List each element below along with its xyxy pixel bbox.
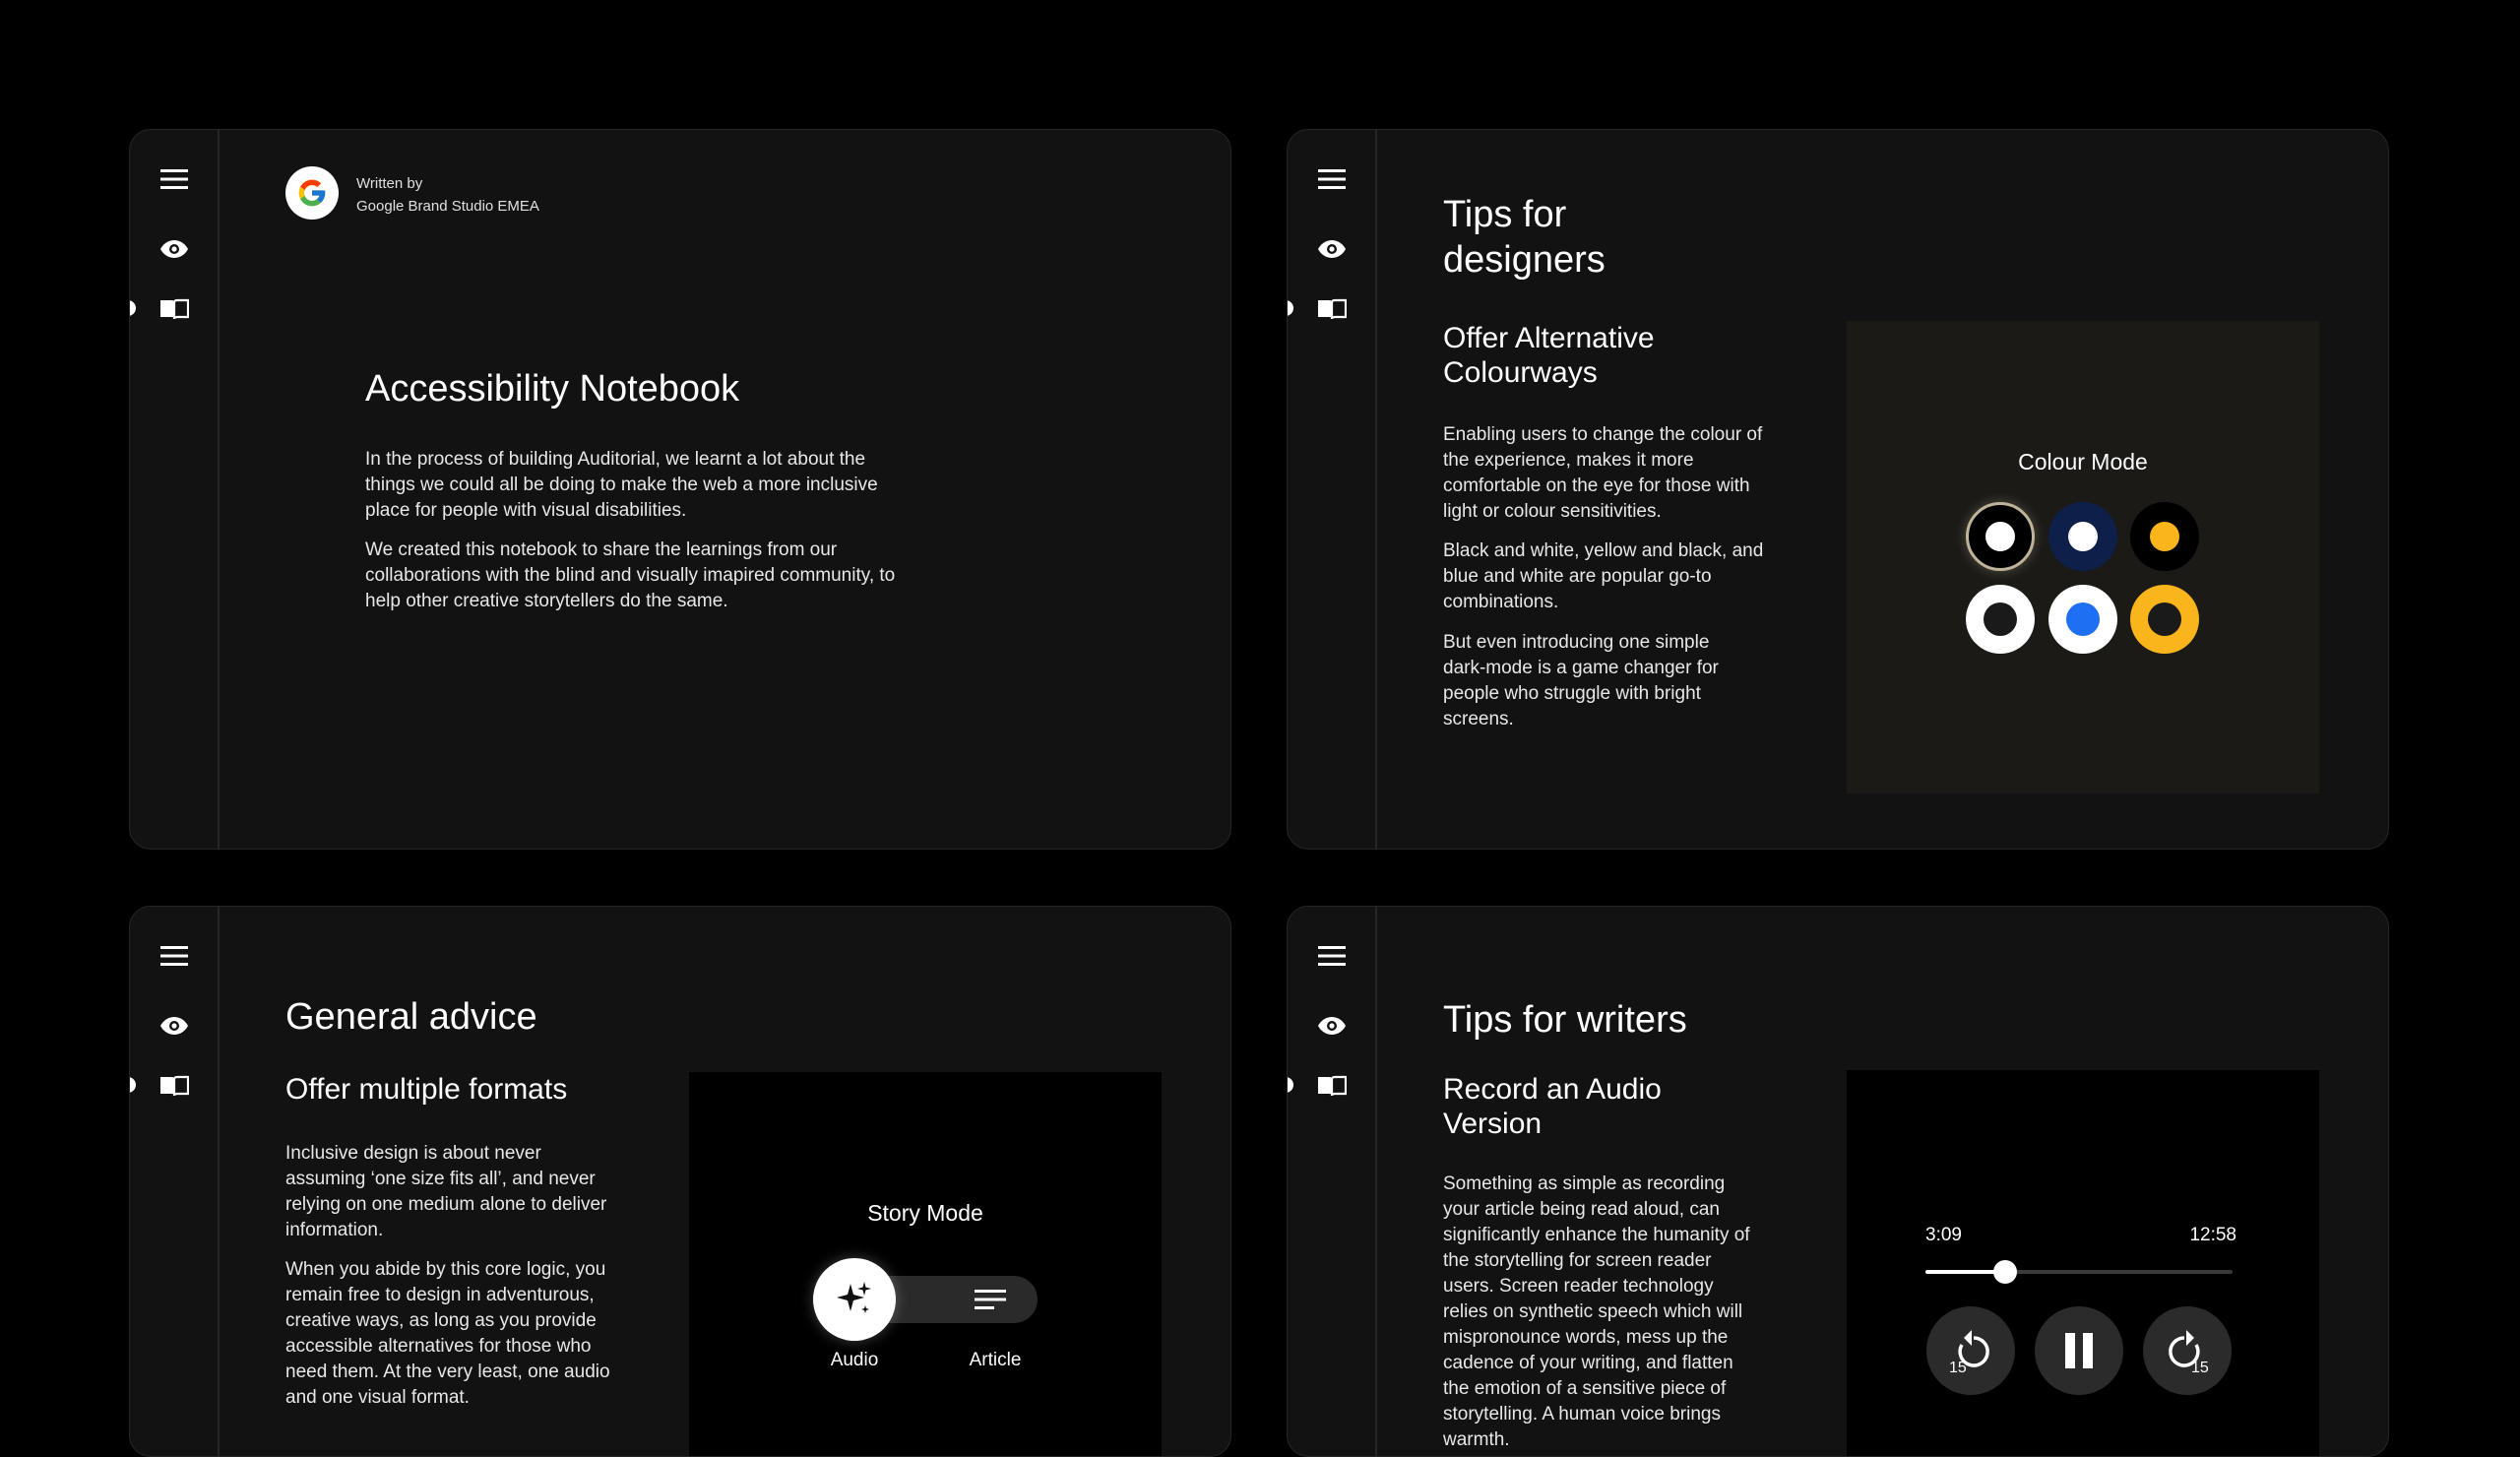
section-title: Tips for designers xyxy=(1443,194,1606,281)
eye-icon[interactable] xyxy=(1317,1011,1347,1041)
hamburger-menu-icon[interactable] xyxy=(159,164,189,194)
pause-icon xyxy=(2065,1333,2093,1368)
colour-mode-label: Colour Mode xyxy=(2018,449,2148,475)
swatch-white-on-navy[interactable] xyxy=(2048,502,2117,571)
forward-label: 15 xyxy=(2191,1360,2209,1375)
progress-thumb[interactable] xyxy=(1993,1260,2018,1284)
colour-mode-panel: Colour Mode xyxy=(1847,321,2319,793)
active-marker xyxy=(130,300,136,316)
open-book-icon[interactable] xyxy=(1317,1071,1347,1101)
designers-paragraph-2: Black and white, yellow and black, and b… xyxy=(1443,540,1764,612)
card-accessibility-notebook: Written by Google Brand Studio EMEA Acce… xyxy=(129,129,1231,850)
side-rail xyxy=(1288,907,1377,1456)
general-paragraph-1: Inclusive design is about never assuming… xyxy=(285,1143,607,1240)
active-marker xyxy=(1288,300,1293,316)
swatch-white-on-black[interactable] xyxy=(1966,502,2035,571)
side-rail xyxy=(130,130,220,849)
rewind-15-button[interactable]: 15 xyxy=(1926,1306,2015,1395)
hamburger-menu-icon[interactable] xyxy=(159,941,189,971)
swatch-dot xyxy=(1985,522,2015,551)
swatch-dot xyxy=(1984,602,2017,636)
card-tips-designers: Tips for designers Offer Alternative Col… xyxy=(1287,129,2389,850)
audio-player-panel: 3:09 12:58 15 15 xyxy=(1847,1070,2319,1456)
swatch-black-on-white[interactable] xyxy=(1966,585,2035,654)
intro-paragraph-1: In the process of building Auditorial, w… xyxy=(365,449,878,521)
pause-button[interactable] xyxy=(2035,1306,2123,1395)
current-time: 3:09 xyxy=(1925,1225,1962,1245)
forward-15-button[interactable]: 15 xyxy=(2143,1306,2232,1395)
swatch-dot xyxy=(2150,522,2179,551)
sparkle-icon xyxy=(837,1282,871,1313)
intro-paragraph-2: We created this notebook to share the le… xyxy=(365,539,896,611)
card-tips-writers: Tips for writers Record an Audio Version… xyxy=(1287,906,2389,1457)
story-mode-panel: Story Mode Audio Article xyxy=(689,1072,1162,1456)
active-marker xyxy=(130,1077,136,1093)
total-time: 12:58 xyxy=(2189,1225,2236,1245)
written-by-label: Written by xyxy=(356,175,423,192)
designers-paragraph-3: But even introducing one simple dark-mod… xyxy=(1443,632,1719,729)
section-subtitle: Offer Alternative Colourways xyxy=(1443,322,1655,389)
open-book-icon[interactable] xyxy=(159,1071,189,1101)
author-credit: Written by Google Brand Studio EMEA xyxy=(356,172,539,218)
card-content: Tips for designers Offer Alternative Col… xyxy=(1375,130,2388,849)
section-subtitle: Record an Audio Version xyxy=(1443,1073,1662,1140)
article-label: Article xyxy=(969,1350,1022,1370)
eye-icon[interactable] xyxy=(159,234,189,264)
progress-track[interactable] xyxy=(1925,1260,2233,1284)
section-title: Tips for writers xyxy=(1443,999,1687,1041)
swatch-black-on-yellow[interactable] xyxy=(2130,585,2199,654)
writers-paragraph-1: Something as simple as recording your ar… xyxy=(1443,1173,1750,1450)
swatch-blue-on-white[interactable] xyxy=(2048,585,2117,654)
page-title: Accessibility Notebook xyxy=(365,368,740,410)
general-paragraph-2: When you abide by this core logic, you r… xyxy=(285,1259,610,1408)
swatch-dot xyxy=(2068,522,2098,551)
text-lines-icon[interactable] xyxy=(975,1289,1006,1310)
google-logo-icon xyxy=(285,166,339,220)
audio-mode-button[interactable] xyxy=(813,1258,896,1341)
swatch-dot xyxy=(2066,602,2100,636)
card-general-advice: General advice Offer multiple formats In… xyxy=(129,906,1231,1457)
designers-paragraph-1: Enabling users to change the colour of t… xyxy=(1443,424,1763,522)
hamburger-menu-icon[interactable] xyxy=(1317,164,1347,194)
card-content: Written by Google Brand Studio EMEA Acce… xyxy=(218,130,1230,849)
story-mode-label: Story Mode xyxy=(867,1200,983,1226)
forward-icon: 15 xyxy=(2169,1330,2209,1375)
card-content: Tips for writers Record an Audio Version… xyxy=(1375,907,2388,1456)
open-book-icon[interactable] xyxy=(159,294,189,324)
active-marker xyxy=(1288,1077,1293,1093)
card-content: General advice Offer multiple formats In… xyxy=(218,907,1230,1456)
section-subtitle: Offer multiple formats xyxy=(285,1073,568,1106)
eye-icon[interactable] xyxy=(159,1011,189,1041)
side-rail xyxy=(130,907,220,1456)
rewind-icon: 15 xyxy=(1949,1330,1989,1375)
author-name: Google Brand Studio EMEA xyxy=(356,198,539,215)
swatch-dot xyxy=(2148,602,2181,636)
swatch-yellow-on-black[interactable] xyxy=(2130,502,2199,571)
hamburger-menu-icon[interactable] xyxy=(1317,941,1347,971)
side-rail xyxy=(1288,130,1377,849)
section-title: General advice xyxy=(285,996,537,1038)
eye-icon[interactable] xyxy=(1317,234,1347,264)
open-book-icon[interactable] xyxy=(1317,294,1347,324)
audio-label: Audio xyxy=(830,1350,879,1370)
rewind-label: 15 xyxy=(1949,1360,1967,1375)
